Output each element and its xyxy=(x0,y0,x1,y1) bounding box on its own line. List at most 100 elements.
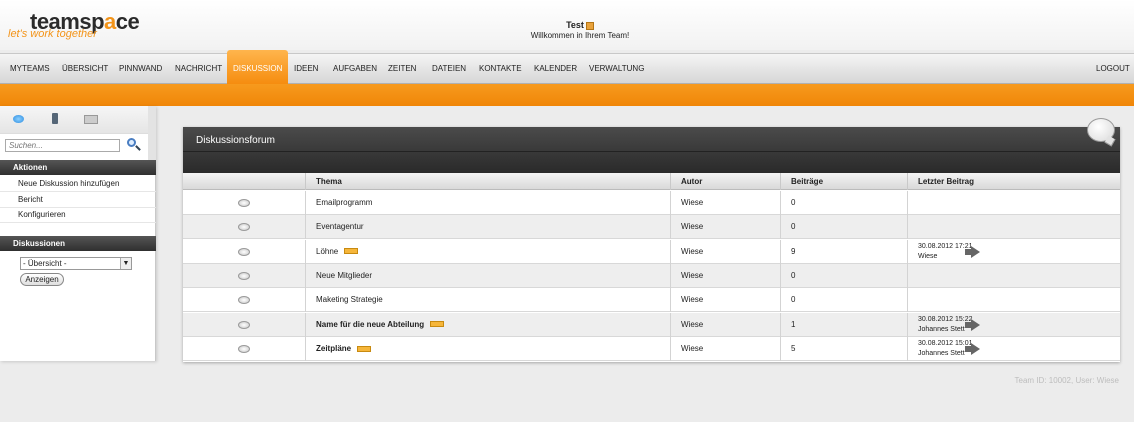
col-beitraege[interactable]: Beiträge xyxy=(780,173,907,190)
posts-cell: 1 xyxy=(780,312,907,337)
sidebar-toolbar xyxy=(0,106,148,134)
team-info: Team ID: 10002, User: Wiese xyxy=(1014,376,1119,385)
user-name: Test xyxy=(566,20,584,30)
table-row[interactable]: Zeitpläne Wiese 5 30.08.2012 15:01 Johannes … xyxy=(183,336,1120,361)
discussion-bubble-icon xyxy=(238,296,250,305)
table-row[interactable]: Neue Mitglieder Wiese 0 xyxy=(183,263,1120,288)
new-badge-icon xyxy=(344,248,359,255)
nav-item-aufgaben[interactable]: AUFGABEN xyxy=(333,54,377,84)
edit-profile-icon[interactable] xyxy=(585,21,594,30)
search-input[interactable] xyxy=(5,139,120,152)
last-post-cell xyxy=(907,191,1120,215)
go-to-post-icon[interactable] xyxy=(965,318,980,331)
discussion-bubble-icon xyxy=(238,247,250,256)
author-cell: Wiese xyxy=(670,263,780,288)
go-to-post-icon[interactable] xyxy=(965,245,980,258)
topic-link[interactable]: Zeitpläne xyxy=(316,344,351,353)
posts-cell: 0 xyxy=(780,288,907,313)
nav-item-verwaltung[interactable]: VERWALTUNG xyxy=(589,54,644,84)
show-button[interactable]: Anzeigen xyxy=(20,273,64,286)
logout-link[interactable]: LOGOUT xyxy=(1096,54,1130,84)
discussions-header: Diskussionen xyxy=(0,236,156,251)
new-badge-icon xyxy=(430,321,445,328)
sidebar: Aktionen Neue Diskussion hinzufügen Beri… xyxy=(0,106,156,361)
app-header: teamspace let's work together Test Willk… xyxy=(0,0,1134,50)
last-post-user: Wiese xyxy=(918,252,938,260)
discussion-bubble-icon xyxy=(238,223,250,232)
topic-link[interactable]: Maketing Strategie xyxy=(316,295,383,304)
col-autor[interactable]: Autor xyxy=(670,173,780,190)
forum-panel: Diskussionsforum Thema Autor Beiträge Le… xyxy=(183,127,1120,362)
discussion-bubble-icon xyxy=(238,199,250,207)
discussion-bubble-icon xyxy=(238,344,250,353)
col-letzter-beitrag[interactable]: Letzter Beitrag xyxy=(907,173,1120,190)
table-row[interactable]: Maketing Strategie Wiese 0 xyxy=(183,288,1120,313)
last-post-cell: 30.08.2012 17:21 Wiese xyxy=(907,239,1120,264)
last-post-user: Johannes Stett xyxy=(918,349,965,357)
welcome-message: Willkommen in Ihrem Team! xyxy=(530,31,630,40)
table-row[interactable]: Emailprogramm Wiese 0 xyxy=(183,191,1120,215)
table-header: Thema Autor Beiträge Letzter Beitrag xyxy=(183,173,1120,190)
nav-item-pinnwand[interactable]: PINNWAND xyxy=(119,54,162,84)
search-icon[interactable] xyxy=(126,137,142,153)
last-post-cell xyxy=(907,263,1120,288)
chevron-down-icon: ▼ xyxy=(120,258,131,269)
table-row[interactable]: Name für die neue Abteilung Wiese 1 30.08.2… xyxy=(183,312,1120,337)
last-post-cell: 30.08.2012 15:22 Johannes Stett xyxy=(907,312,1120,337)
topic-link[interactable]: Eventagentur xyxy=(316,222,364,231)
nav-item-nachricht[interactable]: NACHRICHT xyxy=(175,54,222,84)
last-post-cell xyxy=(907,288,1120,313)
nav-item-ideen[interactable]: IDEEN xyxy=(294,54,318,84)
new-badge-icon xyxy=(357,345,372,352)
go-to-post-icon[interactable] xyxy=(965,342,980,355)
nav-item-zeiten[interactable]: ZEITEN xyxy=(388,54,416,84)
discussion-icon[interactable] xyxy=(13,115,24,123)
nav-item-kontakte[interactable]: KONTAKTE xyxy=(479,54,522,84)
logo-tagline: let's work together xyxy=(8,28,97,40)
topic-link[interactable]: Emailprogramm xyxy=(316,198,372,207)
table-row[interactable]: Eventagentur Wiese 0 xyxy=(183,215,1120,240)
discussion-select[interactable]: - Übersicht - ▼ xyxy=(20,257,132,270)
configure-link[interactable]: Konfigurieren xyxy=(0,207,156,223)
nav-item-dateien[interactable]: DATEIEN xyxy=(432,54,466,84)
welcome-area: Test Willkommen in Ihrem Team! xyxy=(480,20,680,40)
main-nav: MYTEAMS ÜBERSICHT PINNWAND NACHRICHT DIS… xyxy=(0,50,1134,85)
phone-icon[interactable] xyxy=(52,113,58,124)
report-link[interactable]: Bericht xyxy=(0,192,156,208)
discussion-bubble-icon xyxy=(238,320,250,329)
author-cell: Wiese xyxy=(670,191,780,215)
discussion-bubble-icon xyxy=(238,271,250,280)
last-post-user: Johannes Stett xyxy=(918,325,965,333)
topic-link[interactable]: Neue Mitglieder xyxy=(316,271,372,280)
nav-item-uebersicht[interactable]: ÜBERSICHT xyxy=(62,54,108,84)
posts-cell: 0 xyxy=(780,215,907,240)
new-discussion-link[interactable]: Neue Diskussion hinzufügen xyxy=(0,176,156,192)
topic-link[interactable]: Name für die neue Abteilung xyxy=(316,320,424,329)
author-cell: Wiese xyxy=(670,312,780,337)
last-post-date: 30.08.2012 15:01 xyxy=(918,339,973,347)
nav-item-myteams[interactable]: MYTEAMS xyxy=(10,54,50,84)
forum-panel-header: Diskussionsforum xyxy=(183,127,1120,173)
teamspace-logo[interactable]: teamspace let's work together xyxy=(8,9,140,40)
sidebar-collapse-handle[interactable] xyxy=(148,106,156,161)
nav-item-kalender[interactable]: KALENDER xyxy=(534,54,577,84)
topic-link[interactable]: Löhne xyxy=(316,247,338,256)
author-cell: Wiese xyxy=(670,215,780,240)
author-cell: Wiese xyxy=(670,336,780,361)
image-icon[interactable] xyxy=(84,115,98,124)
table-row[interactable]: Löhne Wiese 9 30.08.2012 17:21 Wiese xyxy=(183,239,1120,264)
actions-header: Aktionen xyxy=(0,160,156,175)
posts-cell: 0 xyxy=(780,191,907,215)
col-thema[interactable]: Thema xyxy=(305,173,670,190)
nav-item-diskussion[interactable]: DISKUSSION xyxy=(227,50,289,85)
last-post-date: 30.08.2012 17:21 xyxy=(918,242,973,250)
last-post-cell: 30.08.2012 15:01 Johannes Stett xyxy=(907,336,1120,361)
author-cell: Wiese xyxy=(670,288,780,313)
forum-title: Diskussionsforum xyxy=(196,135,275,146)
posts-cell: 0 xyxy=(780,263,907,288)
last-post-date: 30.08.2012 15:22 xyxy=(918,315,973,323)
posts-cell: 9 xyxy=(780,239,907,264)
author-cell: Wiese xyxy=(670,239,780,264)
nav-accent-bar xyxy=(0,84,1134,106)
last-post-cell xyxy=(907,215,1120,240)
